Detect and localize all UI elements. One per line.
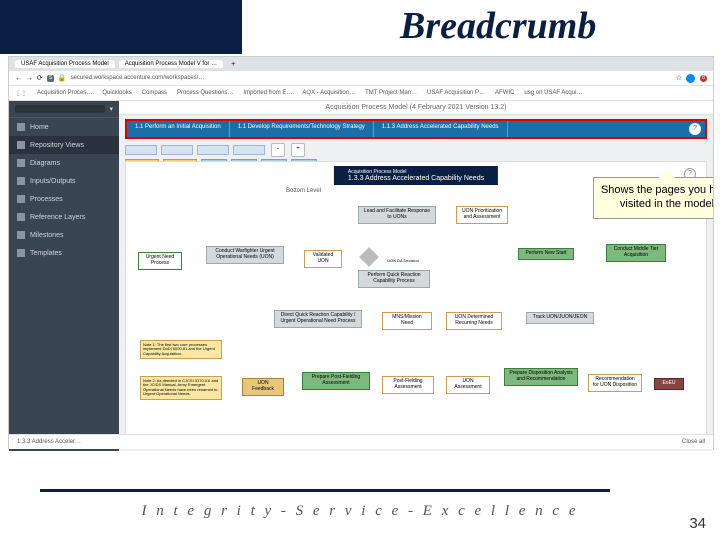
- avatar-icon[interactable]: [686, 74, 695, 83]
- repo-icon: [17, 141, 25, 149]
- bkm-2[interactable]: Compass: [142, 90, 167, 96]
- bkm-3[interactable]: Process Questions…: [177, 90, 233, 96]
- bkm-6[interactable]: TMT Project Man…: [365, 90, 417, 96]
- chip[interactable]: [233, 145, 265, 155]
- ref-icon: [17, 213, 25, 221]
- crumb-3[interactable]: 1.1.3 Address Accelerated Capability Nee…: [374, 121, 508, 137]
- crumb-1[interactable]: 1.1 Perform an Initial Acquisition: [127, 121, 230, 137]
- tool-btn[interactable]: -: [271, 143, 285, 157]
- address-bar: ← → ⟳ S 🔒 secured.workspace.accenture.co…: [9, 71, 713, 86]
- bkm-0[interactable]: Acquisition Proces…: [37, 90, 92, 96]
- node-track[interactable]: Track UON/JUON/JEON: [526, 312, 594, 324]
- node-newstart[interactable]: Perform New Start: [518, 248, 574, 260]
- tab-1[interactable]: USAF Acquisition Process Model: [15, 60, 115, 68]
- status-right[interactable]: Close all: [682, 439, 705, 445]
- node-prio[interactable]: UON Prioritization and Assessment: [456, 206, 508, 224]
- home-icon: [17, 123, 25, 131]
- sidebar-item-proc[interactable]: Processes: [9, 190, 119, 208]
- chip[interactable]: [161, 145, 193, 155]
- crumb-2[interactable]: 1.1 Develop Requirements/Technology Stra…: [230, 121, 374, 137]
- node-fdbk[interactable]: UON Feedback: [242, 378, 284, 396]
- apps-icon[interactable]: ⋮⋮: [15, 90, 27, 97]
- callout-tooltip: Shows the pages you have visited in the …: [593, 177, 713, 219]
- star-icon[interactable]: ☆: [676, 74, 682, 82]
- page-number: 34: [689, 515, 706, 532]
- node-direct[interactable]: Direct Quick Reaction Capability / Urgen…: [274, 310, 362, 328]
- sidebar-item-mile[interactable]: Milestones: [9, 226, 119, 244]
- sidebar-item-home[interactable]: Home: [9, 118, 119, 136]
- sidebar-item-diagrams[interactable]: Diagrams: [9, 154, 119, 172]
- sidebar: ▾ Home Repository Views Diagrams Inputs/…: [9, 101, 119, 451]
- node-mns[interactable]: MNS/Mission Need: [382, 312, 432, 330]
- status-left[interactable]: 1.3.3 Address Acceler…: [17, 439, 81, 445]
- footer-rule: [40, 489, 610, 492]
- node-pfa[interactable]: Prepare Post-Fielding Assessment: [302, 372, 370, 390]
- browser-window: USAF Acquisition Process Model Acquisiti…: [8, 56, 714, 450]
- chip[interactable]: [125, 145, 157, 155]
- node-urgent[interactable]: Urgent Need Process: [138, 252, 182, 270]
- node-quick[interactable]: Perform Quick Reaction Capability Proces…: [358, 270, 430, 288]
- app-title: Acquisition Process Model (4 February 20…: [119, 101, 713, 115]
- mile-icon: [17, 231, 25, 239]
- bkm-4[interactable]: Imported from E…: [243, 90, 292, 96]
- bookmark-bar: ⋮⋮ Acquisition Proces… Quicklooks Compas…: [9, 86, 713, 101]
- note-1: Note 1: The first two core processes imp…: [140, 340, 222, 359]
- node-lead[interactable]: Lead and Facilitate Response to UONs: [358, 206, 436, 224]
- io-icon: [17, 177, 25, 185]
- node-assess[interactable]: UON Assessment: [446, 376, 490, 394]
- url-text[interactable]: secured.workspace.accenture.com/workspac…: [71, 75, 672, 81]
- node-eoeu[interactable]: EoEU: [654, 378, 684, 390]
- sidebar-item-tmpl[interactable]: Templates: [9, 244, 119, 262]
- tab-2[interactable]: Acquisition Process Model V for …: [119, 60, 223, 68]
- footer-motto: I n t e g r i t y - S e r v i c e - E x …: [0, 503, 720, 520]
- back-icon[interactable]: ←: [15, 75, 22, 82]
- breadcrumb: 1.1 Perform an Initial Acquisition 1.1 D…: [125, 119, 707, 139]
- note-2: Note 2: As directed in CJCSI 3170.01I an…: [140, 376, 222, 400]
- search-input[interactable]: [15, 105, 105, 113]
- toolbar-1: - +: [125, 143, 707, 157]
- slide-title: Breadcrumb: [400, 4, 596, 48]
- bkm-1[interactable]: Quicklooks: [102, 90, 131, 96]
- tmpl-icon: [17, 249, 25, 257]
- filter-icon[interactable]: ▾: [109, 105, 113, 113]
- level-label: Bottom Level: [286, 188, 321, 194]
- sidebar-item-ref[interactable]: Reference Layers: [9, 208, 119, 226]
- sidebar-item-repo[interactable]: Repository Views: [9, 136, 119, 154]
- proc-icon: [17, 195, 25, 203]
- node-valid[interactable]: Validated UON: [304, 250, 342, 268]
- bkm-8[interactable]: AFWIC: [495, 90, 514, 96]
- reload-icon[interactable]: ⟳: [37, 74, 43, 82]
- status-bar: 1.3.3 Address Acceler… Close all: [9, 434, 713, 449]
- node-rev[interactable]: UON Determined Recurring Needs: [446, 312, 502, 330]
- tool-btn[interactable]: +: [291, 143, 305, 157]
- sidebar-item-io[interactable]: Inputs/Outputs: [9, 172, 119, 190]
- node-pfass[interactable]: Post-Fielding Assessment: [382, 376, 434, 394]
- diagram-icon: [17, 159, 25, 167]
- browser-tab-strip: USAF Acquisition Process Model Acquisiti…: [9, 57, 713, 71]
- notif-badge: 8: [700, 75, 707, 82]
- node-rec[interactable]: Recommendation for UON Disposition: [588, 374, 642, 392]
- diagram-header: Acquisition Process Model 1.3.3 Address …: [334, 166, 498, 185]
- site-badge: S: [47, 75, 54, 82]
- help-icon[interactable]: ?: [689, 123, 701, 135]
- decision-label: UON DA Decision: [382, 257, 424, 266]
- fwd-icon[interactable]: →: [26, 75, 33, 82]
- decision-icon: [359, 247, 379, 267]
- main-panel: Acquisition Process Model (4 February 20…: [119, 101, 713, 451]
- bkm-9[interactable]: usg on USAF Acqui…: [524, 90, 582, 96]
- bkm-7[interactable]: USAF Acquisition P…: [427, 90, 485, 96]
- airforce-logo: [50, 6, 106, 48]
- lock-icon: 🔒: [58, 74, 67, 82]
- node-disp[interactable]: Prepare Disposition Analysis and Recomme…: [504, 368, 578, 386]
- node-warf[interactable]: Conduct Warfighter Urgent Operational Ne…: [206, 246, 284, 264]
- node-mty[interactable]: Conduct Middle Tier Acquisition: [606, 244, 666, 262]
- chip[interactable]: [197, 145, 229, 155]
- bkm-5[interactable]: AQX - Acquisition…: [302, 90, 355, 96]
